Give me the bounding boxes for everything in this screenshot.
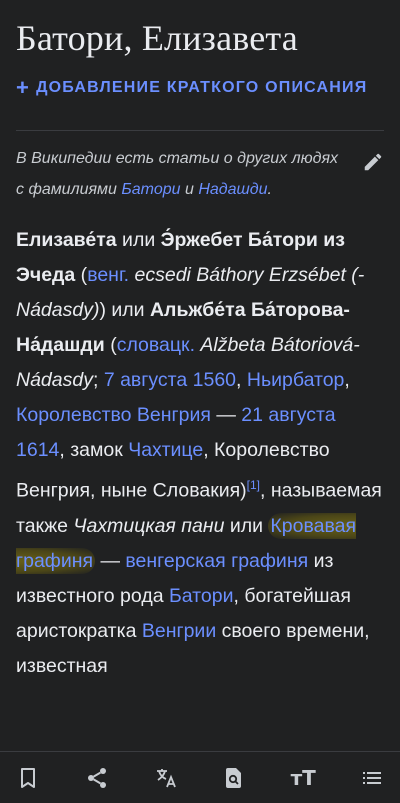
link-hungarian-lang[interactable]: венг. <box>87 264 129 286</box>
link-hungary[interactable]: Венгрии <box>142 620 216 642</box>
text: ( <box>75 264 88 286</box>
link-slovak-lang[interactable]: словацк. <box>117 334 195 356</box>
find-in-page-button[interactable] <box>220 764 248 792</box>
plus-icon: + <box>16 75 31 100</box>
text-size-button[interactable]: тТ <box>289 764 317 792</box>
translate-icon <box>156 768 176 787</box>
hatnote: В Википедии есть статьи о других людях с… <box>16 143 384 205</box>
article-content: Батори, Елизавета + Добавление краткого … <box>0 18 400 684</box>
text: , <box>236 369 247 391</box>
bookmark-button[interactable] <box>14 764 42 792</box>
hatnote-text: и <box>180 181 199 198</box>
divider <box>16 130 384 131</box>
hatnote-link-nadashdi[interactable]: Надашди <box>198 181 267 198</box>
page-title: Батори, Елизавета <box>16 18 298 58</box>
hatnote-link-batori[interactable]: Батори <box>121 181 180 198</box>
bottom-toolbar: тТ <box>0 751 400 803</box>
pencil-icon[interactable] <box>362 151 384 173</box>
contents-icon <box>362 771 381 784</box>
reference-link[interactable]: [1] <box>247 478 260 492</box>
link-kingdom-hungary[interactable]: Королевство Венгрия <box>16 404 211 426</box>
bookmark-icon <box>21 767 35 788</box>
share-icon <box>87 767 106 788</box>
link-hungarian-countess[interactable]: венгерская графиня <box>125 550 308 572</box>
text: , <box>344 369 350 391</box>
text: — <box>210 404 242 426</box>
text: — <box>95 549 126 572</box>
text: или <box>224 514 269 537</box>
share-button[interactable] <box>83 764 111 792</box>
text-size-icon: тТ <box>290 765 316 790</box>
text: , замок <box>59 439 129 461</box>
italic-name: Чахтицкая пани <box>73 514 225 537</box>
find-in-page-icon <box>226 767 242 788</box>
link-nyirbator[interactable]: Ньирбатор <box>247 369 345 391</box>
text: или <box>116 229 161 251</box>
link-cachtice[interactable]: Чахтице <box>128 439 203 461</box>
text: ( <box>104 334 117 356</box>
text: ; <box>92 369 104 391</box>
add-description-button[interactable]: + Добавление краткого описания <box>16 70 384 106</box>
lead-paragraph: Елизаве́та или Э́ржебет Ба́тори из Эчеда… <box>16 223 384 684</box>
add-description-label: Добавление краткого описания <box>36 79 368 96</box>
contents-button[interactable] <box>358 764 386 792</box>
link-birth-date[interactable]: 7 августа 1560 <box>104 369 236 391</box>
bold-name: Елизаве́та <box>16 229 117 251</box>
link-batori-family[interactable]: Батори <box>169 585 234 607</box>
hatnote-text: . <box>267 181 272 198</box>
translate-button[interactable] <box>152 764 180 792</box>
text: ) или <box>99 299 150 321</box>
